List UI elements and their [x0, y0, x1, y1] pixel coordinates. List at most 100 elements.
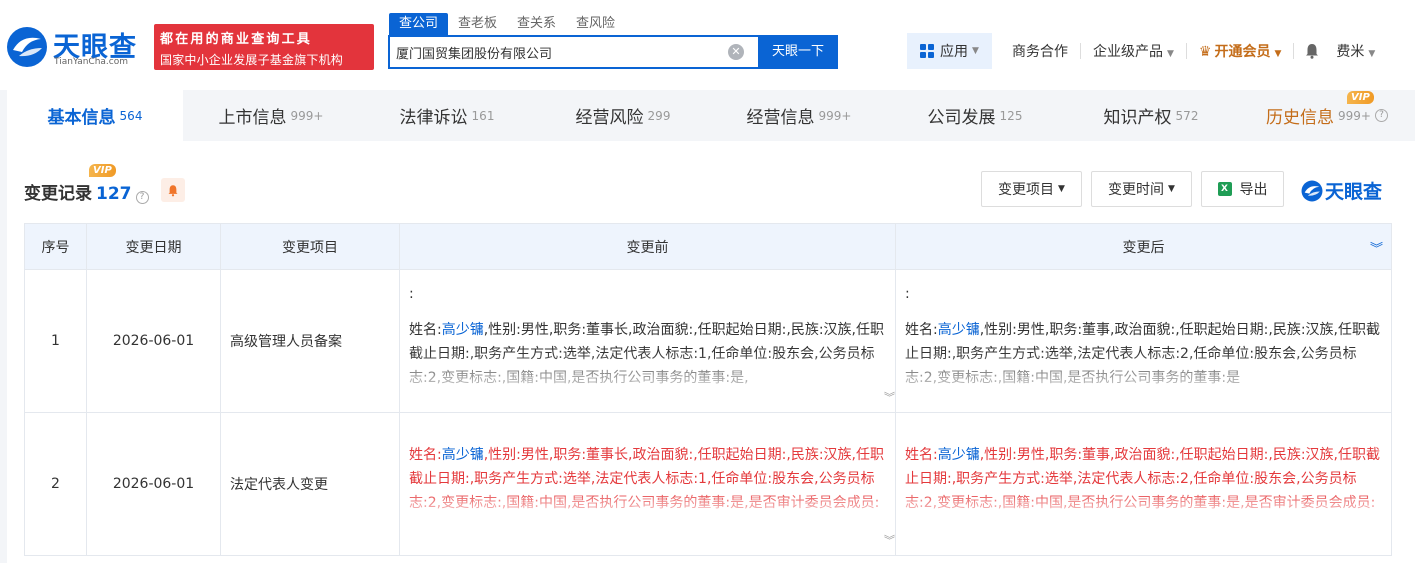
person-link[interactable]: 高少镛	[938, 322, 980, 338]
tab-litigation[interactable]: 法律诉讼 161	[359, 90, 535, 141]
tab-count: 299	[647, 108, 671, 123]
cell-item: 法定代表人变更	[220, 412, 400, 556]
nav-enterprise[interactable]: 企业级产品 ▼	[1085, 41, 1182, 61]
app-menu-label: 应用	[940, 44, 969, 60]
change-records-panel: VIP 变更记录 127? 变更项目 ▼ 变更时间 ▼ X 导出 天眼查 序号 变更日期…	[7, 141, 1415, 563]
detail-before: 姓名:高少镛,性别:男性,职务:董事长,政治面貌:,任职起始日期:,民族:汉族,…	[400, 413, 895, 555]
nav-divider	[1080, 43, 1081, 59]
collapse-all-icon[interactable]: ︾	[1370, 238, 1383, 257]
change-records-table: 序号 变更日期 变更项目 变更前 变更后 ︾ 1 2026-06-01 高级管理人…	[24, 223, 1392, 556]
tab-development[interactable]: 公司发展 125	[887, 90, 1063, 141]
tab-operating-info[interactable]: 经营信息 999+	[711, 90, 887, 141]
tab-count: 564	[119, 108, 143, 123]
chevron-down-icon: ▼	[1167, 49, 1174, 59]
search-type-tabs: 查公司 查老板 查关系 查风险	[389, 13, 625, 35]
expand-icon[interactable]: ︾	[884, 386, 895, 410]
search-box: ✕	[388, 35, 758, 69]
section-title: 变更记录 127?	[24, 179, 149, 204]
tab-listing-info[interactable]: 上市信息 999+	[183, 90, 359, 141]
cell-before: : 姓名:高少镛,性别:男性,职务:董事长,政治面貌:,任职起始日期:,民族:汉族…	[399, 269, 896, 413]
vip-badge: VIP	[89, 164, 116, 177]
search-tab-company[interactable]: 查公司	[389, 13, 449, 35]
brand-domain: TianYanCha.com	[54, 57, 129, 67]
tab-label: 知识产权	[1103, 108, 1172, 128]
search-tab-relation[interactable]: 查关系	[507, 13, 566, 35]
export-label: 导出	[1239, 182, 1268, 198]
nav-divider	[1185, 43, 1187, 59]
filter-change-time-button[interactable]: 变更时间 ▼	[1091, 171, 1192, 207]
expand-icon[interactable]: ︾	[884, 529, 895, 553]
detail-label: 姓名:	[409, 447, 442, 463]
col-header-item: 变更项目	[220, 223, 400, 270]
col-header-after-label: 变更后	[1122, 239, 1165, 256]
tab-count: 572	[1175, 108, 1199, 123]
filter-change-item-button[interactable]: 变更项目 ▼	[981, 171, 1082, 207]
cell-item: 高级管理人员备案	[220, 269, 400, 413]
brand-logo[interactable]: 天眼查 TianYanCha.com	[6, 24, 148, 70]
detail-text: 姓名:高少镛,性别:男性,职务:董事,政治面貌:,任职起始日期:,民族:汉族,任…	[905, 443, 1383, 515]
section-count: 127	[96, 184, 132, 204]
app-menu-button[interactable]: 应用 ▼	[907, 33, 992, 69]
tab-label: 历史信息	[1266, 108, 1335, 128]
col-header-date: 变更日期	[86, 223, 221, 270]
detail-prefix: :	[409, 286, 414, 302]
cell-date: 2026-06-01	[86, 412, 221, 556]
slogan-banner: 都在用的商业查询工具 国家中小企业发展子基金旗下机构	[154, 24, 374, 70]
chevron-down-icon: ▼	[1368, 49, 1376, 59]
export-button[interactable]: X 导出	[1201, 171, 1284, 207]
detail-before: : 姓名:高少镛,性别:男性,职务:董事长,政治面貌:,任职起始日期:,民族:汉族…	[400, 270, 895, 412]
tab-label: 经营信息	[746, 108, 815, 128]
detail-label: 姓名:	[409, 322, 442, 338]
tab-operating-risk[interactable]: 经营风险 299	[535, 90, 711, 141]
tab-label: 上市信息	[218, 108, 287, 128]
col-header-no: 序号	[24, 223, 87, 270]
tab-count: 161	[471, 108, 495, 123]
nav-business[interactable]: 商务合作	[1004, 41, 1076, 61]
col-header-after: 变更后 ︾	[895, 223, 1392, 270]
monitor-bell-button[interactable]	[161, 178, 185, 202]
top-navbar: 天眼查 TianYanCha.com 都在用的商业查询工具 国家中小企业发展子基…	[0, 0, 1415, 90]
detail-text: : 姓名:高少镛,性别:男性,职务:董事,政治面貌:,任职起始日期:,民族:汉族,…	[905, 282, 1383, 390]
detail-text: 姓名:高少镛,性别:男性,职务:董事长,政治面貌:,任职起始日期:,民族:汉族,…	[409, 443, 887, 515]
bell-icon[interactable]	[1304, 43, 1320, 59]
filter-label: 变更时间	[1108, 182, 1165, 198]
slogan-line1: 都在用的商业查询工具	[160, 32, 313, 47]
person-link[interactable]: 高少镛	[442, 322, 484, 338]
detail-label: 姓名:	[905, 322, 938, 338]
table-row: 1 2026-06-01 高级管理人员备案 : 姓名:高少镛,性别:男性,职务:董…	[24, 269, 1392, 413]
cell-date: 2026-06-01	[86, 269, 221, 413]
detail-text: : 姓名:高少镛,性别:男性,职务:董事长,政治面貌:,任职起始日期:,民族:汉族…	[409, 282, 887, 390]
tab-history[interactable]: VIP 历史信息 999+?	[1239, 90, 1415, 141]
tab-label: 经营风险	[575, 108, 644, 128]
detail-after: 姓名:高少镛,性别:男性,职务:董事,政治面貌:,任职起始日期:,民族:汉族,任…	[896, 413, 1391, 555]
tab-ip[interactable]: 知识产权 572	[1063, 90, 1239, 141]
col-header-before: 变更前	[399, 223, 896, 270]
vip-badge: VIP	[1347, 91, 1374, 104]
help-icon[interactable]: ?	[1374, 109, 1388, 122]
nav-vip[interactable]: ♛ 开通会员 ▼	[1191, 41, 1289, 61]
tab-label: 公司发展	[927, 108, 996, 128]
search-tab-boss[interactable]: 查老板	[448, 13, 507, 35]
detail-after: : 姓名:高少镛,性别:男性,职务:董事,政治面貌:,任职起始日期:,民族:汉族,…	[896, 270, 1391, 412]
nav-user[interactable]: 费米 ▼	[1328, 41, 1383, 61]
cell-after: : 姓名:高少镛,性别:男性,职务:董事,政治面貌:,任职起始日期:,民族:汉族,…	[895, 269, 1392, 413]
search-tab-risk[interactable]: 查风险	[566, 13, 625, 35]
cell-after: 姓名:高少镛,性别:男性,职务:董事,政治面貌:,任职起始日期:,民族:汉族,任…	[895, 412, 1392, 556]
detail-label: 姓名:	[905, 447, 938, 463]
company-tabs: 基本信息 564 上市信息 999+ 法律诉讼 161 经营风险 299 经营信息 999…	[7, 90, 1415, 141]
person-link[interactable]: 高少镛	[938, 447, 980, 463]
tab-count: 999+	[818, 108, 852, 123]
person-link[interactable]: 高少镛	[442, 447, 484, 463]
tab-label: 基本信息	[47, 108, 116, 128]
search-button[interactable]: 天眼一下	[758, 35, 838, 69]
user-name: 费米	[1336, 44, 1365, 60]
nav-vip-label: 开通会员	[1214, 44, 1271, 60]
crown-icon: ♛	[1198, 44, 1212, 60]
help-icon[interactable]: ?	[135, 191, 149, 204]
search-input[interactable]	[396, 37, 716, 67]
nav-divider	[1293, 43, 1295, 59]
tab-count: 999+	[1338, 108, 1371, 123]
cell-no: 2	[24, 412, 87, 556]
tab-basic-info[interactable]: 基本信息 564	[7, 90, 183, 141]
clear-icon[interactable]: ✕	[728, 44, 744, 60]
